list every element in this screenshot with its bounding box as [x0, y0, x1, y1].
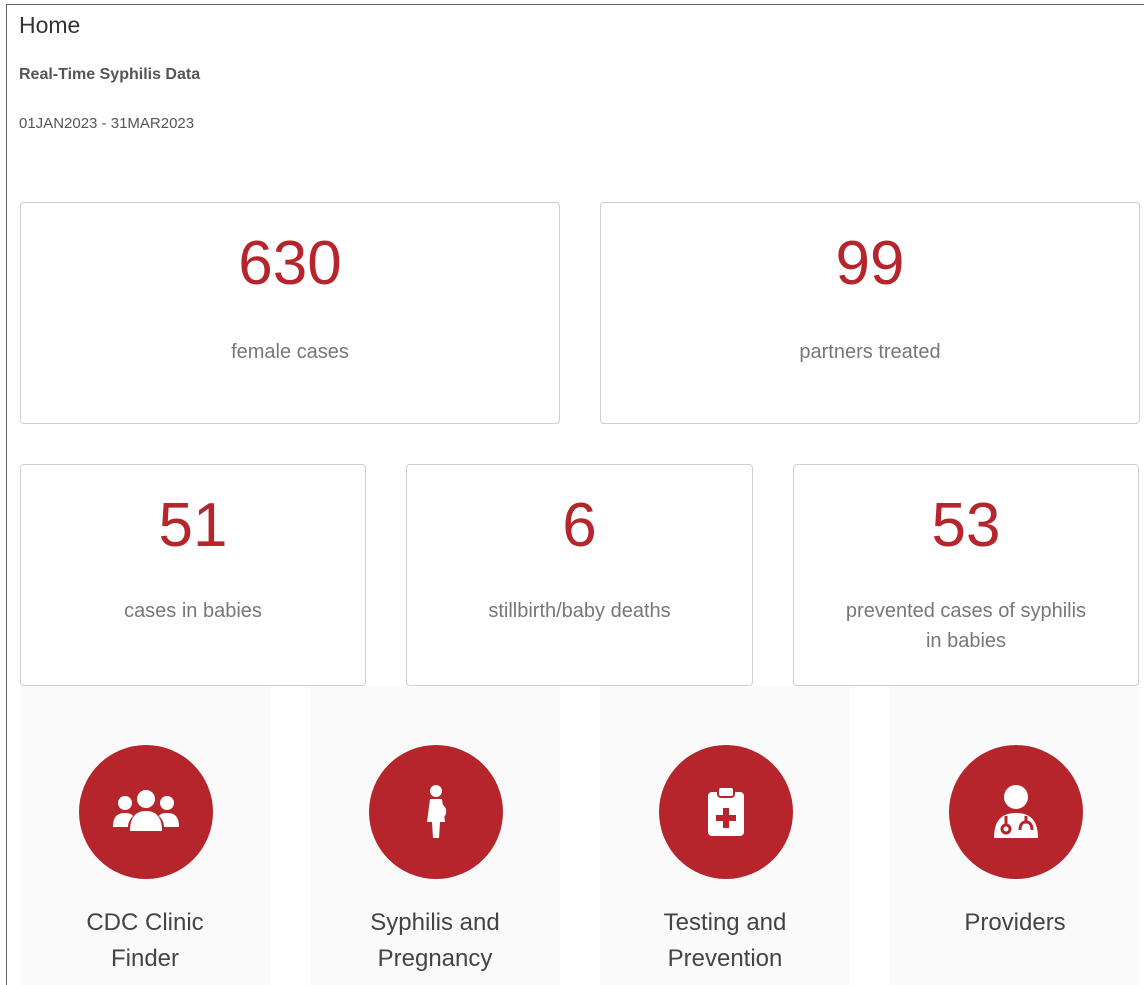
stat-label: female cases	[231, 341, 349, 363]
tile-label: Testing and Prevention	[663, 909, 787, 972]
stat-value: 630	[238, 229, 342, 298]
tile-providers[interactable]: Providers	[890, 687, 1140, 985]
stat-card-partners-treated: 99 partners treated	[600, 202, 1140, 424]
stat-card-prevented-cases: 53 prevented cases of syphilis in babies	[793, 464, 1139, 686]
stat-card-female-cases: 630 female cases	[20, 202, 560, 424]
stat-value: 53	[931, 491, 1001, 560]
stat-label: stillbirth/baby deaths	[488, 600, 671, 622]
pregnant-woman-icon	[369, 745, 503, 879]
breadcrumb-home[interactable]: Home	[19, 12, 80, 39]
stat-card-stillbirth-baby-deaths: 6 stillbirth/baby deaths	[406, 464, 753, 686]
tile-label: CDC Clinic Finder	[86, 909, 204, 972]
stat-value: 6	[562, 491, 597, 560]
stat-value: 99	[835, 229, 905, 298]
tile-syphilis-and-pregnancy[interactable]: Syphilis and Pregnancy	[310, 687, 560, 985]
stat-label: prevented cases of syphilis in babies	[845, 600, 1087, 652]
stat-label: cases in babies	[124, 600, 262, 622]
tile-testing-and-prevention[interactable]: Testing and Prevention	[600, 687, 850, 985]
tile-label: Providers	[964, 909, 1066, 936]
clipboard-medical-icon	[659, 745, 793, 879]
stat-card-cases-in-babies: 51 cases in babies	[20, 464, 366, 686]
date-range: 01JAN2023 - 31MAR2023	[19, 115, 195, 132]
page-subtitle: Real-Time Syphilis Data	[19, 66, 201, 83]
tile-cdc-clinic-finder[interactable]: CDC Clinic Finder	[20, 687, 270, 985]
doctor-icon	[949, 745, 1083, 879]
stat-label: partners treated	[799, 341, 941, 363]
stat-value: 51	[158, 491, 228, 560]
tile-label: Syphilis and Pregnancy	[370, 909, 500, 972]
users-group-icon	[79, 745, 213, 879]
